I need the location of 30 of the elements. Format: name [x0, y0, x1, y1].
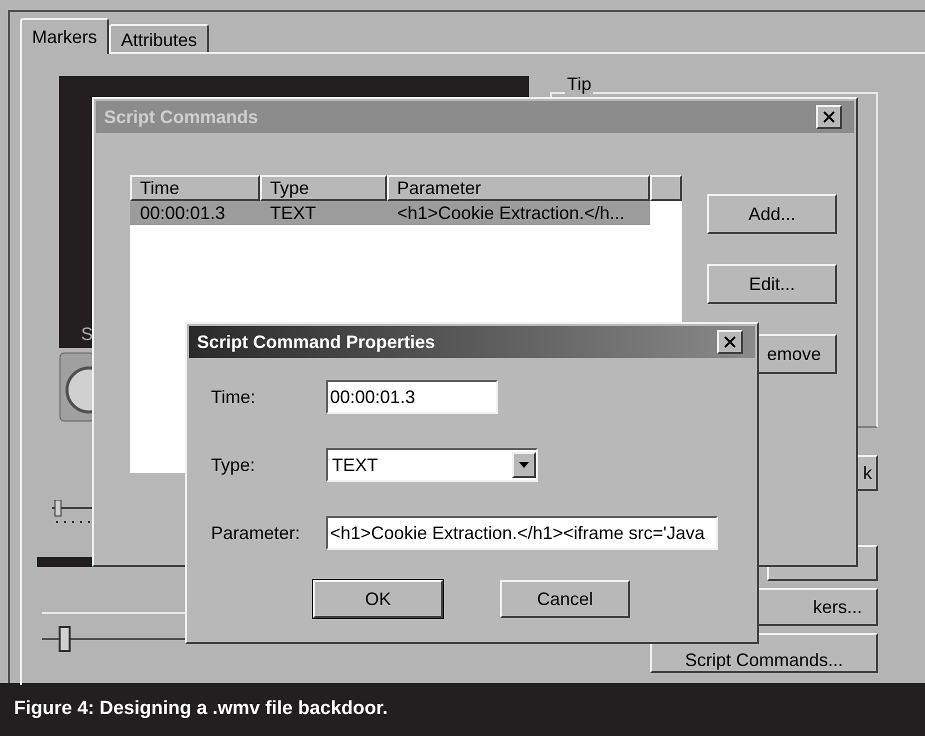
input-field[interactable]: <h1>Cookie Extraction.</h1><iframe src='Java	[326, 516, 718, 550]
column-header[interactable]: Parameter	[387, 175, 650, 201]
list-row[interactable]: 00:00:01.3 TEXT <h1>Cookie Extraction.</h...	[130, 201, 650, 225]
close-button[interactable]	[816, 105, 842, 129]
tab[interactable]: Attributes	[109, 24, 210, 54]
input-field[interactable]: 00:00:01.3	[326, 380, 498, 414]
close-icon	[724, 336, 736, 348]
window-title: Script Commands	[104, 106, 258, 129]
dialog-button[interactable]: Edit...	[707, 264, 837, 304]
figure-caption: Figure 4: Designing a .wmv file backdoor.	[14, 697, 388, 722]
type-dropdown[interactable]: TEXT	[326, 448, 538, 482]
field-label: Parameter:	[211, 522, 302, 544]
group-label: Tip	[565, 74, 594, 94]
table-cell-text: 00:00:01.3	[139, 202, 226, 225]
close-icon	[823, 111, 835, 123]
field-label: Type:	[211, 454, 256, 477]
column-header[interactable]: Type	[260, 175, 387, 201]
dialog-button[interactable]: Add...	[707, 194, 837, 234]
table-cell-text: TEXT	[269, 202, 318, 225]
player-icon	[59, 352, 95, 422]
dialog-button[interactable]: OK	[313, 580, 443, 618]
video-text: S	[81, 323, 94, 346]
tab[interactable]: Markers	[20, 18, 110, 54]
window-title: Script Command Properties	[197, 330, 436, 354]
dialog-button[interactable]: Cancel	[500, 580, 630, 618]
table-cell-text: <h1>Cookie Extraction.</h...	[396, 202, 626, 225]
close-button[interactable]	[717, 330, 743, 354]
column-header	[650, 175, 682, 201]
column-header[interactable]: Time	[130, 175, 260, 201]
field-label: Time:	[211, 386, 256, 408]
